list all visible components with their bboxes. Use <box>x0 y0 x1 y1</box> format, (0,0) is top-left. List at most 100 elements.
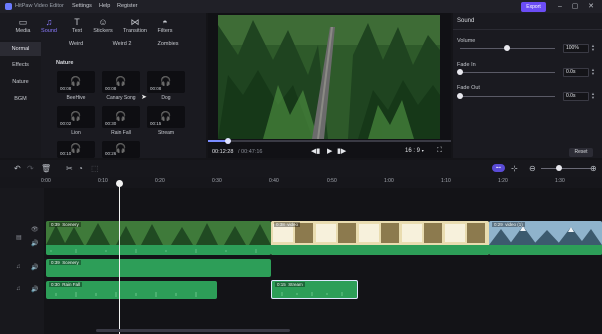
speaker-icon[interactable]: 🔊 <box>31 240 38 247</box>
video-track-icon: ▤ <box>16 235 22 241</box>
video-clip-scenery[interactable]: 0:39 Scenery <box>46 221 271 255</box>
reset-button[interactable]: Reset <box>569 148 593 157</box>
minimize-icon[interactable]: – <box>555 2 565 11</box>
fade-in-value[interactable]: 0.0s <box>563 68 589 77</box>
clip-label: 0:29 video (1) <box>492 222 525 227</box>
sound-card-stream[interactable]: 🎧 00:15 <box>147 106 185 128</box>
track-headers <box>0 188 44 334</box>
ruler-tick: 0:50 <box>327 178 337 184</box>
playback-progress-handle[interactable] <box>225 138 231 144</box>
sound-name-zombies[interactable]: Zombies <box>143 41 193 47</box>
clip-label: 0:30 Rain Fall <box>49 282 83 287</box>
sound-card-dog[interactable]: 🎧 00:08 <box>147 71 185 93</box>
fade-in-label: Fade In <box>457 62 476 68</box>
eye-icon[interactable]: 👁 <box>31 226 39 233</box>
video-clip-video[interactable]: 0:38 video <box>271 221 489 255</box>
aspect-ratio-select[interactable]: 16 : 9 ▾ <box>405 148 424 154</box>
clip-label: 0:15 Stream <box>275 282 305 287</box>
volume-label: Volume <box>457 38 476 44</box>
audio-clip-rain-fall[interactable]: 0:30 Rain Fall <box>46 281 217 299</box>
app-title: HitPaw Video Editor <box>15 3 64 9</box>
video-preview[interactable] <box>218 15 440 139</box>
fit-timeline-icon[interactable]: ⊹ <box>511 164 518 173</box>
properties-panel: Sound Volume 100% ▲ ▼ Fade In 0.0s ▲ ▼ Fad… <box>453 13 602 158</box>
tab-media[interactable]: ▭ Media <box>10 16 36 38</box>
time-ruler[interactable] <box>0 177 602 188</box>
speed-icon[interactable]: ◔ <box>78 164 83 173</box>
audio-clip-scenery[interactable]: 0:39 Scenery <box>46 259 271 277</box>
volume-stepper-icon[interactable]: ▲ ▼ <box>591 44 595 52</box>
timeline-scrollbar[interactable] <box>96 329 290 332</box>
fade-out-slider-handle[interactable] <box>457 93 463 99</box>
playhead[interactable] <box>119 182 120 334</box>
headphones-icon: 🎧 <box>70 143 82 153</box>
next-frame-icon[interactable]: ▮▶ <box>337 147 346 155</box>
export-button[interactable]: Export <box>521 2 546 12</box>
current-time: 00:12:28 <box>212 149 234 155</box>
sound-card[interactable]: 🎧 00:26 <box>102 141 140 158</box>
playhead-handle[interactable] <box>116 180 123 187</box>
video-clip-video-1[interactable]: 0:29 video (1) <box>489 221 602 255</box>
volume-value[interactable]: 100% <box>563 44 589 53</box>
fade-out-stepper-icon[interactable]: ▲ ▼ <box>591 92 595 100</box>
ruler-tick: 0:10 <box>98 178 108 184</box>
menu-help[interactable]: Help <box>99 3 110 9</box>
crop-icon[interactable]: ⬚ <box>91 164 99 173</box>
ruler-tick: 1:20 <box>498 178 508 184</box>
playback-progress-track[interactable] <box>208 140 451 142</box>
fade-in-stepper-icon[interactable]: ▲ ▼ <box>591 68 595 76</box>
redo-icon[interactable]: ↷ <box>27 164 34 173</box>
category-bgm[interactable]: BGM <box>0 92 41 106</box>
close-icon[interactable]: ✕ <box>586 2 596 11</box>
preview-panel: 00:12:28 / 00:47:16 ◀▮ ▶ ▮▶ 16 : 9 ▾ ⛶ <box>208 13 451 158</box>
fade-out-slider-track[interactable] <box>460 96 555 97</box>
sound-card[interactable]: 🎧 00:10 <box>57 141 95 158</box>
menu-register[interactable]: Register <box>117 3 137 9</box>
tab-filters[interactable]: ◓ Filters <box>152 16 178 38</box>
ruler-tick: 0:00 <box>41 178 51 184</box>
text-icon: T <box>74 17 80 27</box>
tab-sound[interactable]: ♫ Sound <box>36 16 62 38</box>
category-nature[interactable]: Nature <box>0 75 41 89</box>
fade-in-slider-track[interactable] <box>460 72 555 73</box>
zoom-in-icon[interactable]: ⊕ <box>590 164 597 173</box>
restore-icon[interactable]: ▢ <box>570 2 580 11</box>
sound-name-weird[interactable]: Weird <box>51 41 101 47</box>
ruler-tick: 1:10 <box>441 178 451 184</box>
category-effects[interactable]: Effects <box>0 58 41 72</box>
fade-in-slider-handle[interactable] <box>457 69 463 75</box>
sound-card-canary-song[interactable]: 🎧 00:08 <box>102 71 140 93</box>
sound-name: BeeHive <box>66 95 86 101</box>
tab-text[interactable]: T Text <box>64 16 90 38</box>
previous-frame-icon[interactable]: ◀▮ <box>311 147 320 155</box>
sound-card-beehive[interactable]: 🎧 00:08 <box>57 71 95 93</box>
sound-card-rain-fall[interactable]: 🎧 00:30 <box>102 106 140 128</box>
headphones-icon: 🎧 <box>70 111 82 121</box>
undo-icon[interactable]: ↶ <box>14 164 21 173</box>
menu-settings[interactable]: Settings <box>72 3 92 9</box>
zoom-slider-track[interactable] <box>541 168 591 169</box>
fullscreen-icon[interactable]: ⛶ <box>437 147 442 155</box>
fade-out-value[interactable]: 0.0s <box>563 92 589 101</box>
zoom-slider-handle[interactable] <box>556 165 562 171</box>
category-normal[interactable]: Normal <box>0 42 41 56</box>
tab-stickers[interactable]: ☺ Stickers <box>90 16 116 38</box>
split-icon[interactable]: ✂ <box>66 164 73 173</box>
audio-clip-stream[interactable]: 0:15 Stream <box>271 280 358 299</box>
volume-slider-handle[interactable] <box>504 45 510 51</box>
headphones-icon: 🎧 <box>160 76 172 86</box>
music-note-icon: ♫ <box>45 17 53 27</box>
zoom-out-icon[interactable]: ⊖ <box>529 164 536 173</box>
tab-transition[interactable]: ⋈ Transition <box>121 16 149 38</box>
magnet-snap-icon[interactable]: ⊷ <box>492 164 505 172</box>
fade-out-label: Fade Out <box>457 85 480 91</box>
play-icon[interactable]: ▶ <box>327 147 332 155</box>
speaker-icon[interactable]: 🔊 <box>31 286 38 293</box>
clip-label: 0:39 Scenery <box>49 260 81 265</box>
sound-name-weird-2[interactable]: Weird 2 <box>97 41 147 47</box>
sound-card-lion[interactable]: 🎧 00:02 <box>57 106 95 128</box>
delete-icon[interactable]: 🗑 <box>41 164 51 173</box>
ruler-tick: 1:30 <box>555 178 565 184</box>
speaker-icon[interactable]: 🔊 <box>31 264 38 271</box>
mouse-cursor-icon: ➤ <box>141 94 147 101</box>
